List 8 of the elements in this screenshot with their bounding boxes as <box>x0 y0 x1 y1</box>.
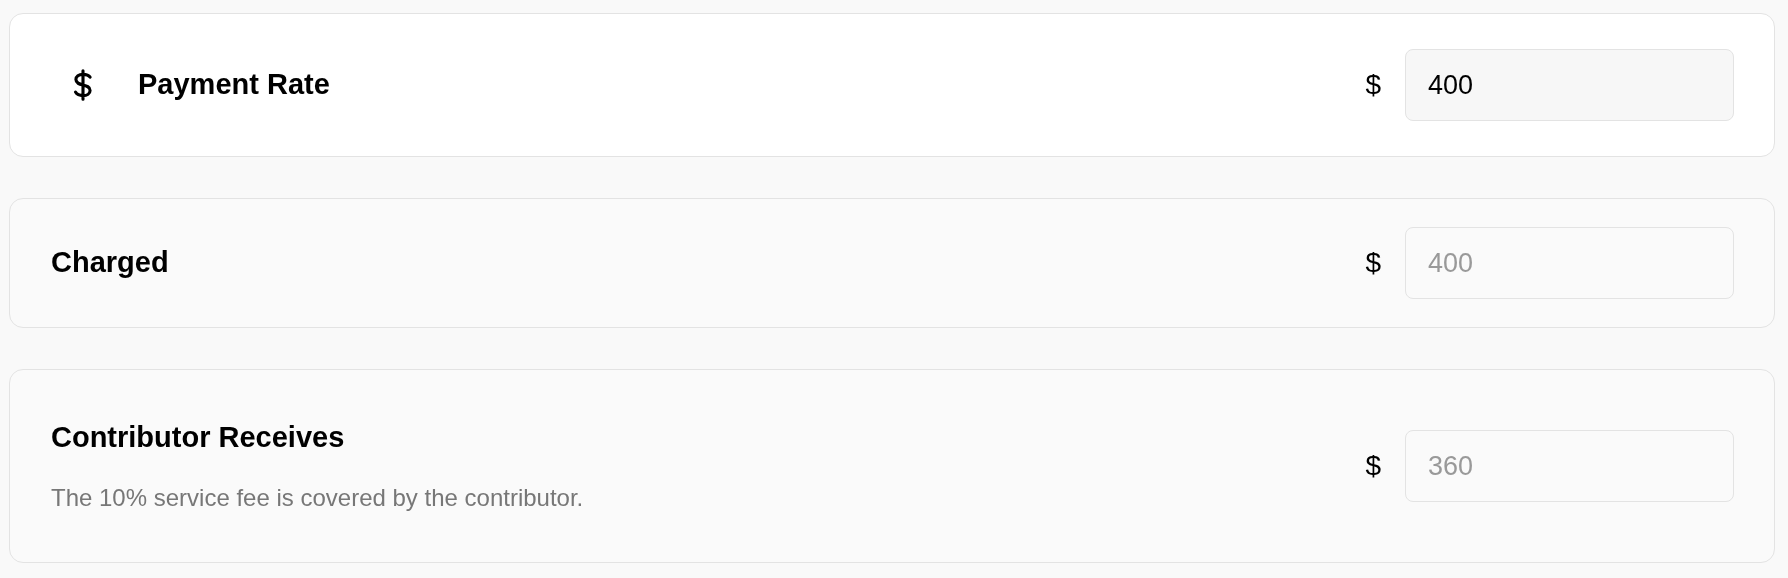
currency-symbol: $ <box>1365 68 1381 102</box>
row-title: Charged <box>51 245 169 281</box>
row-title: Contributor Receives <box>51 420 346 456</box>
currency-symbol: $ <box>1365 246 1381 280</box>
row-title: Payment Rate <box>138 67 330 103</box>
row-description: The 10% service fee is covered by the contributor. <box>51 482 584 513</box>
amount-field[interactable]: 400 <box>1405 49 1734 121</box>
currency-symbol: $ <box>1365 449 1381 483</box>
